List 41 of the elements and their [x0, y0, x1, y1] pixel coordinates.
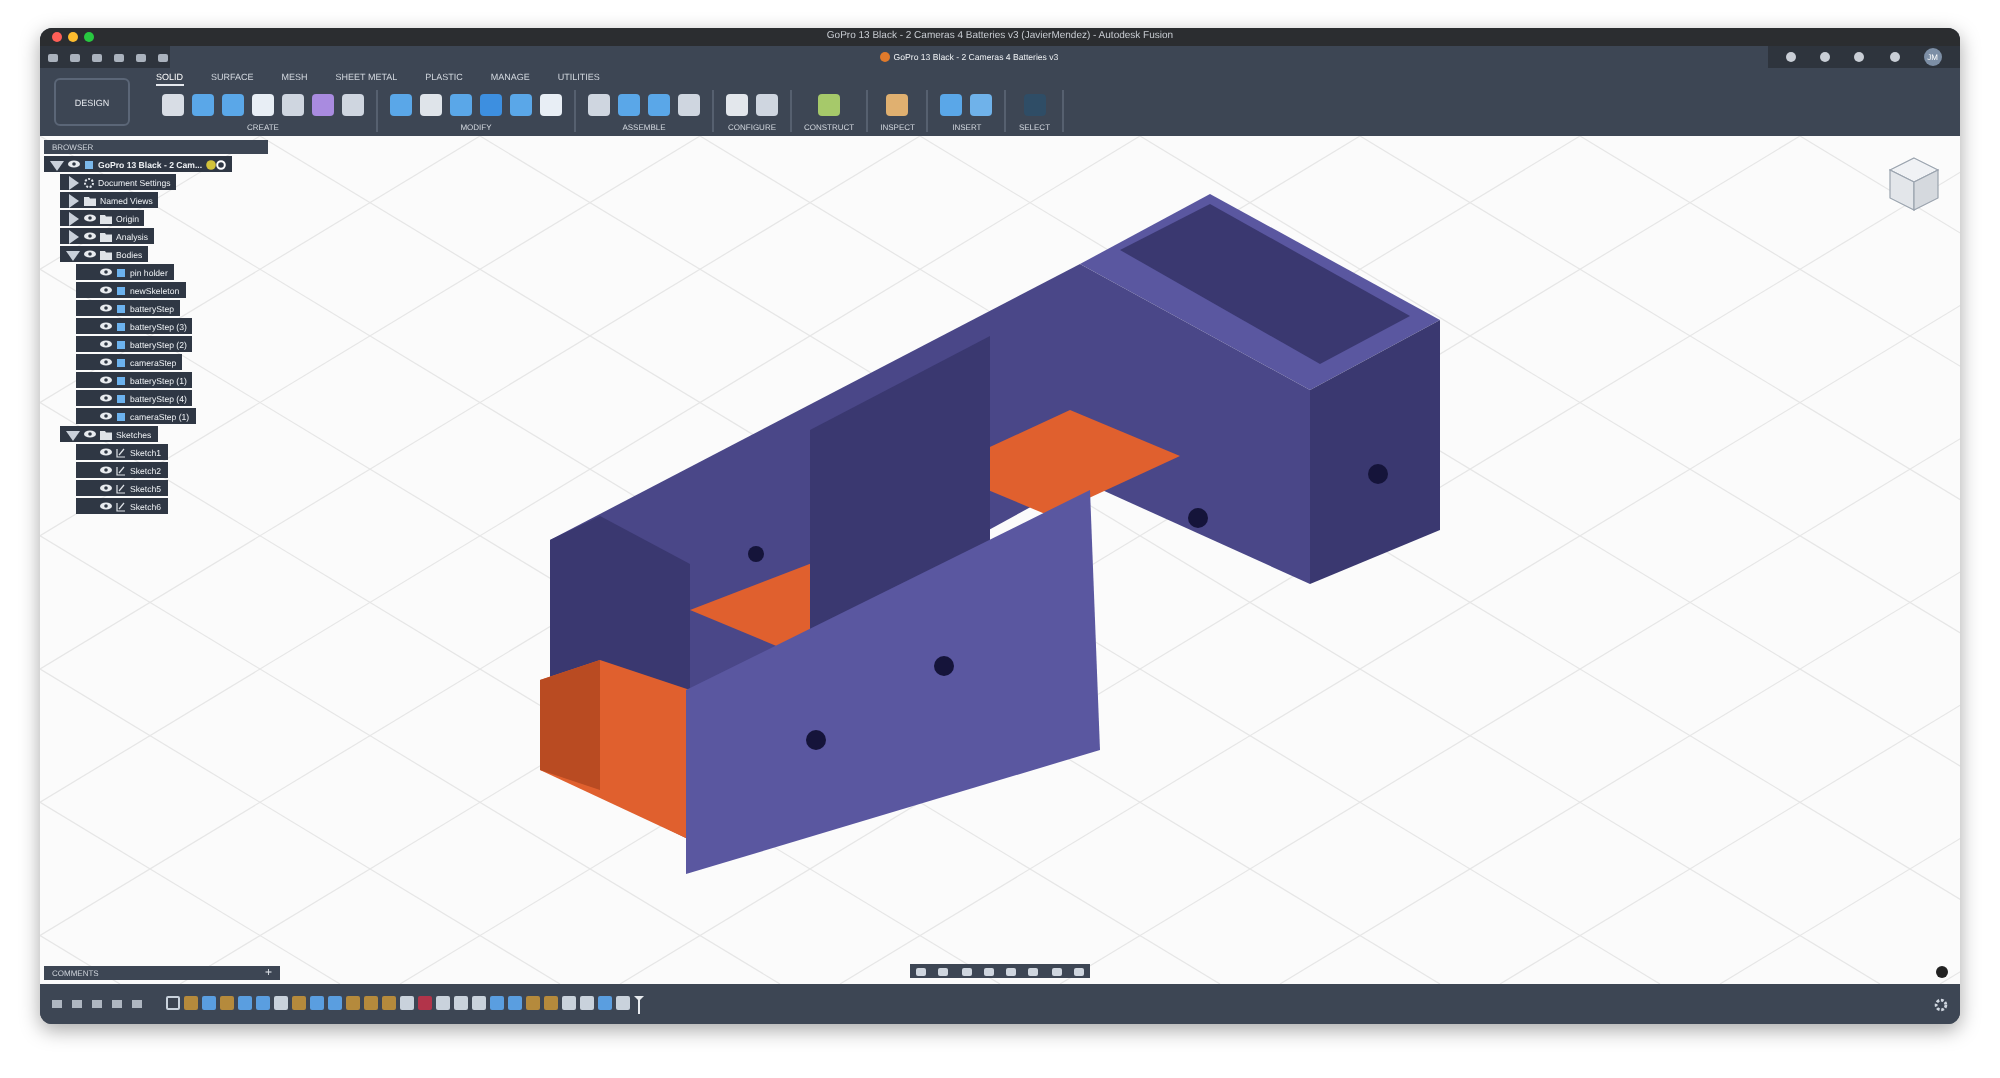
- navigation-bar[interactable]: [910, 964, 1090, 978]
- sketch-icon: [116, 501, 126, 511]
- document-icon: [879, 52, 890, 62]
- expand-arrow-icon[interactable]: [66, 211, 80, 225]
- expand-arrow-icon[interactable]: [50, 157, 64, 171]
- folder-icon: [100, 429, 112, 439]
- timeline-marker-icon[interactable]: [634, 995, 644, 1013]
- expand-arrow-icon[interactable]: [66, 247, 80, 261]
- eye-icon[interactable]: [100, 304, 112, 312]
- minimize-light[interactable]: [68, 32, 78, 42]
- eye-icon[interactable]: [100, 502, 112, 510]
- zoom-light[interactable]: [84, 32, 94, 42]
- eye-icon[interactable]: [84, 430, 96, 438]
- sketch-icon: [116, 447, 126, 457]
- quick-access-bar[interactable]: [40, 46, 170, 68]
- eye-icon[interactable]: [100, 448, 112, 456]
- eye-icon[interactable]: [100, 286, 112, 294]
- expand-arrow-icon[interactable]: [66, 229, 80, 243]
- eye-icon[interactable]: [100, 394, 112, 402]
- eye-icon[interactable]: [68, 160, 80, 168]
- eye-icon[interactable]: [100, 358, 112, 366]
- sketch-icon: [116, 465, 126, 475]
- eye-icon[interactable]: [100, 466, 112, 474]
- eye-icon[interactable]: [100, 340, 112, 348]
- expand-arrow-icon[interactable]: [66, 175, 80, 189]
- eye-icon[interactable]: [100, 322, 112, 330]
- close-light[interactable]: [52, 32, 62, 42]
- eye-icon[interactable]: [84, 232, 96, 240]
- eye-icon[interactable]: [100, 376, 112, 384]
- eye-icon[interactable]: [100, 268, 112, 276]
- eye-icon[interactable]: [84, 250, 96, 258]
- eye-icon[interactable]: [84, 214, 96, 222]
- eye-icon[interactable]: [100, 412, 112, 420]
- expand-arrow-icon[interactable]: [66, 427, 80, 441]
- settings-icon[interactable]: [1934, 997, 1948, 1011]
- playback-controls[interactable]: [52, 1000, 142, 1008]
- eye-icon[interactable]: [100, 484, 112, 492]
- gear-icon: [84, 177, 94, 187]
- component-icon: [84, 159, 94, 169]
- sketch-icon: [116, 483, 126, 493]
- expand-arrow-icon[interactable]: [66, 193, 80, 207]
